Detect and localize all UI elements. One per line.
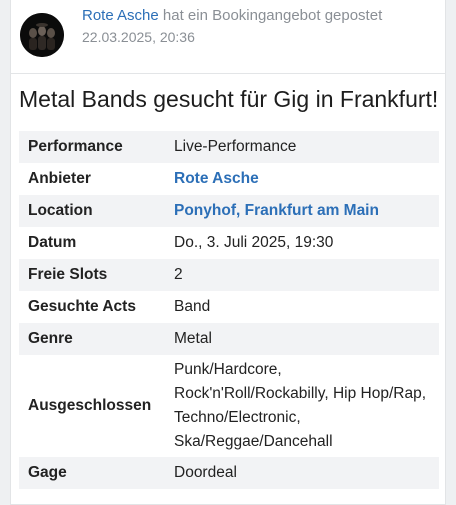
detail-value: Band xyxy=(174,298,211,315)
post-action-text: hat ein Bookingangebot gepostet xyxy=(162,7,383,24)
detail-value: Punk/Hardcore, Rock'n'Roll/Rockabilly, H… xyxy=(174,361,427,450)
detail-label: Location xyxy=(28,202,93,219)
detail-label: Datum xyxy=(28,234,77,251)
detail-row-ausgeschlossen: Ausgeschlossen Punk/Hardcore, Rock'n'Rol… xyxy=(19,355,439,457)
detail-row-freie-slots: Freie Slots 2 xyxy=(19,259,439,291)
detail-row-location: Location Ponyhof, Frankfurt am Main xyxy=(19,195,439,227)
detail-row-gesuchte-acts: Gesuchte Acts Band xyxy=(19,291,439,323)
post-header: Rote Asche hat ein Bookingangebot gepost… xyxy=(11,0,445,74)
detail-label: Gage xyxy=(28,464,67,481)
post-card: Rote Asche hat ein Bookingangebot gepost… xyxy=(10,0,446,505)
detail-label: Genre xyxy=(28,330,73,347)
detail-label: Ausgeschlossen xyxy=(28,397,152,414)
detail-label: Performance xyxy=(28,138,123,155)
author-avatar[interactable] xyxy=(20,13,64,57)
detail-row-datum: Datum Do., 3. Juli 2025, 19:30 xyxy=(19,227,439,259)
detail-value: Do., 3. Juli 2025, 19:30 xyxy=(174,234,334,251)
detail-value: 2 xyxy=(174,266,183,283)
detail-value: Live-Performance xyxy=(174,138,297,155)
location-link[interactable]: Ponyhof, Frankfurt am Main xyxy=(174,199,439,223)
post-timestamp: 22.03.2025, 20:36 xyxy=(82,29,195,45)
band-photo-icon xyxy=(20,13,64,57)
detail-label: Freie Slots xyxy=(28,266,108,283)
detail-value: Doordeal xyxy=(174,464,237,481)
post-meta: Rote Asche hat ein Bookingangebot gepost… xyxy=(82,6,432,47)
detail-value: Metal xyxy=(174,330,212,347)
offer-details-table: Performance Live-Performance Anbieter Ro… xyxy=(19,131,439,489)
offer-title: Metal Bands gesucht für Gig in Frankfurt… xyxy=(19,86,439,112)
detail-label: Anbieter xyxy=(28,170,91,187)
author-link[interactable]: Rote Asche xyxy=(82,7,159,24)
detail-label: Gesuchte Acts xyxy=(28,298,136,315)
detail-row-gage: Gage Doordeal xyxy=(19,457,439,489)
detail-row-performance: Performance Live-Performance xyxy=(19,131,439,163)
detail-row-genre: Genre Metal xyxy=(19,323,439,355)
provider-link[interactable]: Rote Asche xyxy=(174,167,439,191)
detail-row-anbieter: Anbieter Rote Asche xyxy=(19,163,439,195)
